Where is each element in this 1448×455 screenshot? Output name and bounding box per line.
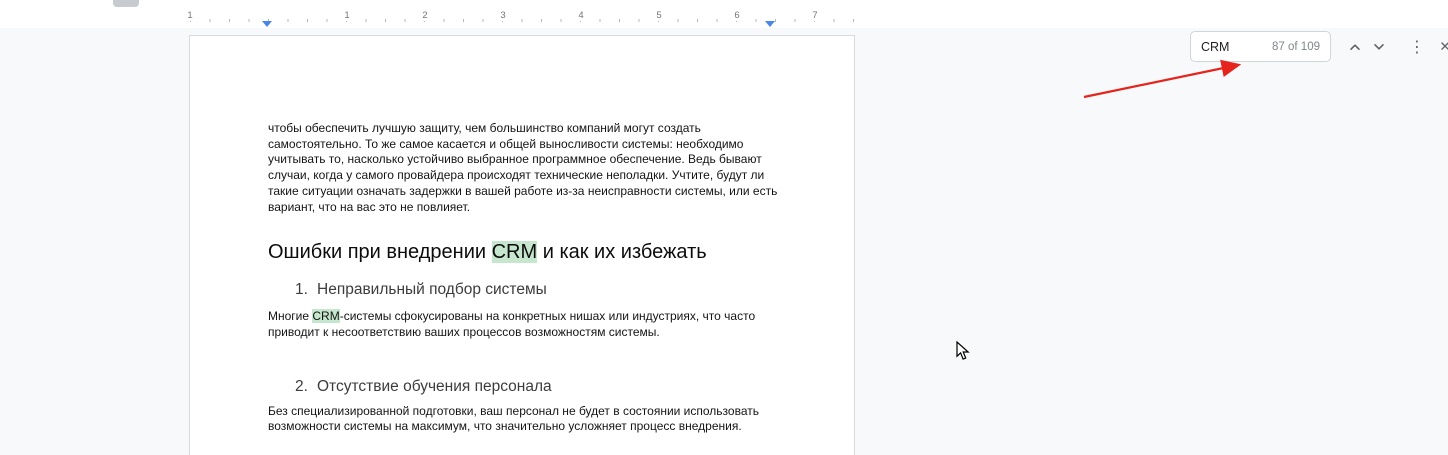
item-1-text-pre: Многие (268, 309, 313, 324)
toolbar-fragment (113, 0, 139, 7)
heading-text-post: и как их избежать (537, 241, 707, 264)
item-1-paragraph: Многие CRM-системы сфокусированы на конк… (268, 309, 792, 340)
more-options-button[interactable]: ⋮ (1405, 35, 1429, 59)
heading-text-pre: Ошибки при внедрении (268, 241, 492, 264)
find-input[interactable]: CRM 87 of 109 (1190, 31, 1331, 62)
ruler-number: 2 (420, 10, 430, 21)
close-find-button[interactable]: ✕ (1433, 35, 1448, 59)
left-indent-marker[interactable] (262, 21, 272, 27)
close-icon: ✕ (1439, 38, 1448, 55)
list-item-2-heading: 2. Отсутствие обучения персонала (295, 377, 787, 396)
list-item-2-number: 2. (295, 377, 308, 395)
section-heading: Ошибки при внедрении CRM и как их избежа… (268, 239, 787, 265)
match-count: 87 of 109 (1272, 40, 1320, 53)
list-item-2-title: Отсутствие обучения персонала (317, 377, 552, 395)
horizontal-ruler[interactable]: 1 1 2 3 4 5 6 7 (0, 10, 1448, 27)
ruler-number: 6 (732, 10, 742, 21)
ruler-number: 5 (654, 10, 664, 21)
chevron-up-icon (1350, 43, 1360, 50)
previous-match-button[interactable] (1343, 35, 1367, 59)
list-item-1-title: Неправильный подбор системы (317, 281, 547, 299)
ruler-number: 1 (342, 10, 352, 21)
ruler-number: 7 (810, 10, 820, 21)
ruler-number: 1 (185, 10, 195, 21)
next-match-button[interactable] (1367, 35, 1391, 59)
find-bar: CRM 87 of 109 ⋮ ✕ (1190, 31, 1448, 62)
search-match-highlight: CRM (491, 241, 538, 264)
ruler-ticks (190, 19, 856, 22)
find-query-text: CRM (1201, 39, 1230, 54)
item-1-text-post: -системы сфокусированы на конкретных ниш… (268, 309, 756, 339)
list-item-1-number: 1. (295, 281, 308, 299)
chevron-down-icon (1374, 43, 1384, 50)
vertical-dots-icon: ⋮ (1409, 37, 1425, 56)
document-page[interactable]: чтобы обеспечить лучшую защиту, чем боль… (189, 35, 855, 455)
ruler-number: 3 (498, 10, 508, 21)
search-match-highlight: CRM (312, 309, 340, 324)
ruler-number: 4 (576, 10, 586, 21)
list-item-1-heading: 1. Неправильный подбор системы (295, 280, 787, 299)
item-2-paragraph: Без специализированной подготовки, ваш п… (268, 403, 759, 434)
intro-paragraph: чтобы обеспечить лучшую защиту, чем боль… (268, 121, 778, 214)
right-indent-marker[interactable] (765, 21, 775, 27)
